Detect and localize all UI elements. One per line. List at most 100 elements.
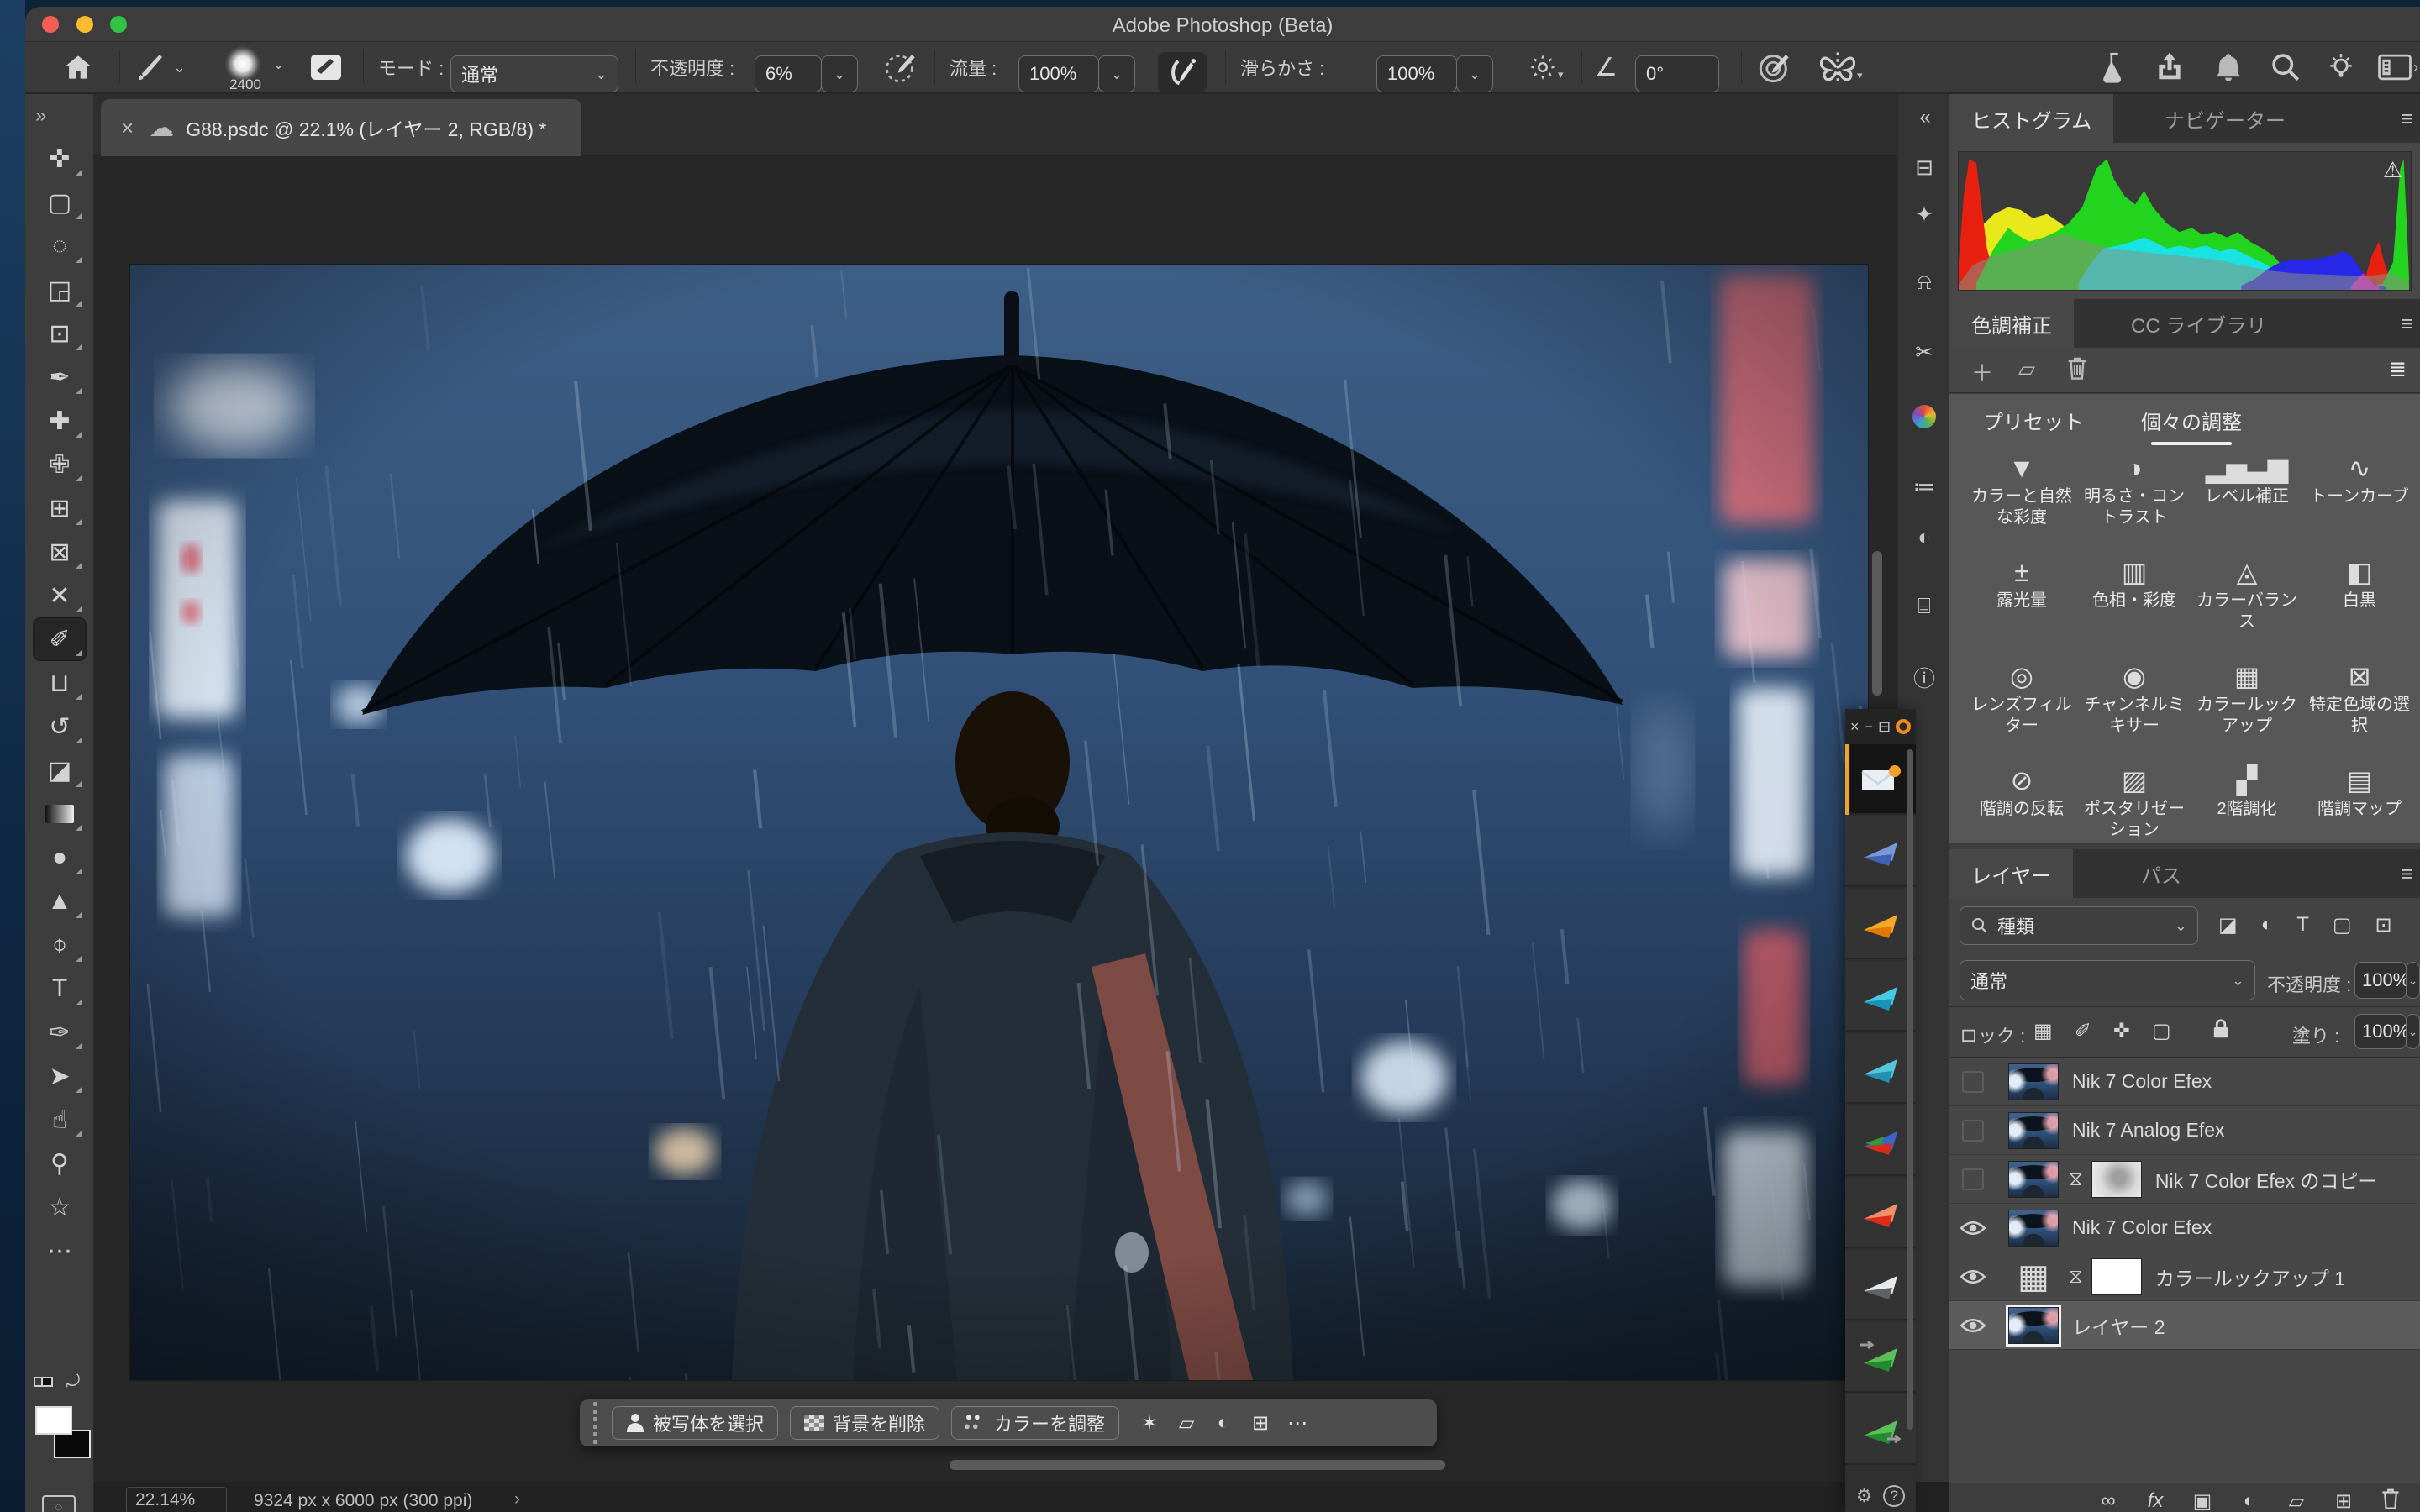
adjustment-11[interactable]: ⊠特定色域の選択 [2302,658,2417,737]
adjustment-1[interactable]: ◑明るさ・コントラスト [2077,449,2191,528]
fx-icon[interactable]: fx [2143,1489,2168,1512]
folder-icon[interactable]: ▱ [2018,356,2035,382]
color-wheel-panel-icon[interactable] [1898,405,1950,434]
tab-histogram-0[interactable]: ヒストグラム [1949,94,2113,143]
adjustment-4[interactable]: ±露光量 [1965,554,2079,612]
layer-mask-thumbnail[interactable] [2091,1258,2142,1295]
eraser-tool[interactable]: ◪ [34,749,86,791]
notifications-bell-icon[interactable] [2213,42,2244,92]
tool-preset-icon[interactable]: ⌄ [134,42,186,92]
nik-color-efex[interactable] [1845,1178,1916,1248]
toolbox-panel-icon[interactable]: ⌸ [1898,593,1950,620]
brush-angle-field[interactable]: 0° [1635,55,1719,92]
adjustment-3[interactable]: ∿トーンカーブ [2302,449,2417,507]
workspace-switcher-icon[interactable] [2378,42,2412,92]
crop-tool[interactable]: ⊡ [34,312,86,354]
nik-out[interactable] [1845,1394,1916,1465]
nik-panel-icon[interactable]: ⊟ [1878,718,1891,736]
status-options-chevron[interactable]: › [514,1489,520,1509]
plus-icon[interactable]: ⊞ [2331,1489,2356,1512]
opacity-dropdown-button[interactable]: ⌄ [821,55,858,92]
adjust-color-button[interactable]: カラーを調整 [951,1406,1119,1440]
filter-icon-0[interactable]: ◪ [2218,913,2238,937]
symmetry-butterfly-icon[interactable]: ▾ [1818,42,1863,92]
transform-icon[interactable]: ▱ [1168,1411,1205,1436]
smoothing-dropdown-button[interactable]: ⌄ [1456,55,1493,92]
object-selection-tool[interactable]: ◲ [34,269,86,311]
nik-in[interactable] [1845,1322,1916,1393]
document-tab[interactable]: × ☁ G88.psdc @ 22.1% (レイヤー 2, RGB/8) * [101,99,581,156]
lock-icon-3[interactable]: ▢ [2152,1019,2171,1043]
adjustment-15[interactable]: ▤階調マップ [2302,762,2417,820]
half-icon[interactable]: ◐ [2237,1489,2262,1512]
adjustment-9[interactable]: ◉チャンネルミキサー [2077,658,2191,737]
options-overflow-chevron[interactable]: › [2413,42,2418,92]
nik-collage[interactable] [1845,816,1916,887]
nik-sharpener[interactable] [1845,1033,1916,1104]
filter-icon-3[interactable]: ▢ [2333,913,2352,937]
brush-preset-picker[interactable]: 2400 ⌄ [225,39,285,89]
layer-fill-field[interactable]: 100% [2354,1014,2407,1049]
layer-visibility-toggle[interactable] [1949,1058,1996,1106]
layer-visibility-toggle[interactable] [1949,1252,1996,1301]
contextual-taskbar[interactable]: 被写体を選択背景を削除カラーを調整 ✶▱◐⊞⋯ [580,1399,1437,1446]
default-swap-colors[interactable]: ⤾ [34,1373,87,1398]
snip-panel-icon[interactable]: ✂ [1898,339,1950,365]
zoom-tool[interactable]: ⚲ [34,1142,86,1184]
smoothing-field[interactable]: 100% [1376,55,1457,92]
lock-icon-1[interactable]: ✐ [2075,1019,2091,1043]
pressure-size-icon[interactable] [1758,42,1791,92]
adjustments-panel-menu-icon[interactable]: ≡ [2401,311,2413,337]
foreground-color-swatch[interactable] [35,1406,72,1435]
filter-icon-1[interactable]: ◐ [2261,913,2274,937]
nik-hdr-efex[interactable] [1845,744,1916,815]
add-image-icon[interactable]: ⊞ [1242,1411,1279,1436]
tab-layers-1[interactable]: パス [2119,849,2203,898]
adjustments-panel-icon[interactable]: ◐ [1898,524,1950,550]
layer-thumbnail[interactable] [2008,1161,2059,1198]
beta-labs-icon[interactable] [2099,42,2129,92]
subtab-presets[interactable]: プリセット [1983,406,2084,435]
pen-tool[interactable]: ✑ [34,1011,86,1053]
tab-layers-0[interactable]: レイヤー [1949,849,2073,898]
spot-healing-tool[interactable]: ✚ [34,400,86,442]
subtab-individual[interactable]: 個々の調整 [2141,406,2242,435]
properties-panel-icon[interactable]: ≔ [1898,474,1950,500]
home-icon[interactable] [64,42,92,92]
actions-panel-icon[interactable]: ⍾ [1898,269,1950,296]
close-document-icon[interactable]: × [121,115,134,141]
layers-panel-menu-icon[interactable]: ≡ [2401,861,2413,887]
layer-visibility-toggle[interactable] [1949,1204,1996,1252]
collapse-panels-icon[interactable]: « [1898,106,1950,129]
nik-color-efex-flag[interactable] [1845,889,1916,959]
layer-row[interactable]: レイヤー 2 [1949,1301,2420,1350]
folder-icon[interactable]: ▱ [2284,1489,2309,1512]
discover-lightbulb-icon[interactable] [2326,42,2356,92]
adjustment-2[interactable]: ▂▅▃▆レベル補正 [2190,449,2304,507]
gradient-tool[interactable] [34,793,86,835]
remove-background-button[interactable]: 背景を削除 [790,1406,939,1440]
taskbar-drag-handle[interactable] [593,1402,600,1444]
add-adjustment-icon[interactable]: ＋ [1971,356,1993,387]
layer-visibility-toggle[interactable] [1949,1155,1996,1204]
layer-row[interactable]: Nik 7 Color Efex [1949,1204,2420,1252]
lock-all-icon[interactable] [2212,1018,2230,1046]
nik-analog-efex[interactable] [1845,1105,1916,1176]
tab-adjustments-0[interactable]: 色調補正 [1949,299,2074,348]
layer-row[interactable]: Nik 7 Color Efex [1949,1058,2420,1106]
generative-icon[interactable]: ✶ [1131,1411,1168,1436]
blur-tool[interactable]: ● [34,837,86,879]
lock-icon-2[interactable]: ✜ [2113,1019,2130,1043]
layer-thumbnail[interactable] [2008,1210,2059,1247]
list-view-icon[interactable]: ≣ [2388,356,2407,382]
swap-colors-icon[interactable]: ⤾ [66,1373,81,1391]
sharpen-tool[interactable]: ▲ [34,880,86,922]
layer-visibility-toggle[interactable] [1949,1106,1996,1155]
adjustment-14[interactable]: ▞2階調化 [2190,762,2304,820]
nik-silver-efex[interactable] [1845,1250,1916,1320]
filter-icon-4[interactable]: ⊡ [2375,913,2392,937]
adjustment-6[interactable]: ◬カラーバランス [2190,554,2304,633]
canvas-vertical-scrollbar[interactable] [1872,551,1882,696]
share-icon[interactable] [2154,42,2185,92]
nik-scrollbar[interactable] [1907,749,1913,1430]
